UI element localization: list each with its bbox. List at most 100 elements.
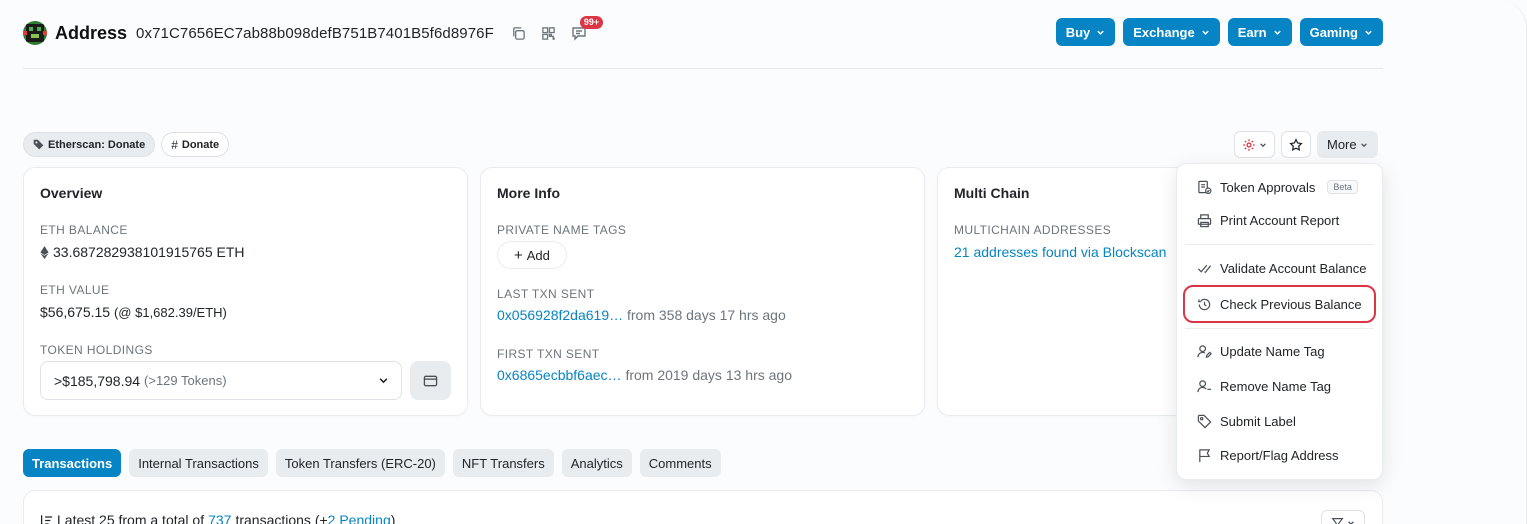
summary-pending-link[interactable]: 2 Pending xyxy=(328,512,391,524)
multi-chain-title: Multi Chain xyxy=(954,185,1030,201)
last-txn-age: from 358 days 17 hrs ago xyxy=(627,307,786,323)
add-private-tag-button[interactable]: + Add xyxy=(497,241,567,269)
first-txn-label: FIRST TXN SENT xyxy=(497,347,600,361)
chevron-down-icon xyxy=(1260,142,1266,147)
summary-total-link[interactable]: 737 xyxy=(208,512,231,524)
summary-prefix: Latest 25 from a total of xyxy=(57,512,205,524)
nav-earn-button[interactable]: Earn xyxy=(1227,18,1292,46)
summary-suffix: ) xyxy=(390,512,396,524)
tab-comments[interactable]: Comments xyxy=(639,449,721,477)
first-txn: 0x6865ecbbf6aec… from 2019 days 13 hrs a… xyxy=(497,367,792,383)
nav-earn-label: Earn xyxy=(1237,24,1267,40)
ethereum-icon xyxy=(40,245,49,259)
menu-divider xyxy=(1185,328,1374,329)
filter-button[interactable] xyxy=(1321,510,1365,524)
private-tags-label: PRIVATE NAME TAGS xyxy=(497,223,627,237)
hash-tag-text: Donate xyxy=(181,138,220,151)
beta-badge: Beta xyxy=(1327,180,1358,194)
chevron-down-icon xyxy=(1097,30,1104,35)
token-approvals-icon xyxy=(1197,180,1212,195)
token-holdings-value: >$185,798.94 xyxy=(54,372,141,389)
nav-buy-button[interactable]: Buy xyxy=(1055,18,1116,46)
tab-nft-transfers[interactable]: NFT Transfers xyxy=(452,449,554,477)
menu-item-token-approvals[interactable]: Token Approvals Beta xyxy=(1185,172,1374,202)
comment-icon[interactable]: 99+ xyxy=(570,16,604,42)
address-tabs: Transactions Internal Transactions Token… xyxy=(23,449,721,477)
menu-item-print-report[interactable]: Print Account Report xyxy=(1185,205,1374,235)
nav-exchange-label: Exchange xyxy=(1133,24,1195,40)
address-tags: Etherscan: Donate # Donate xyxy=(23,132,230,157)
remove-name-tag-label: Remove Name Tag xyxy=(1220,378,1332,394)
address-avatar xyxy=(23,21,47,45)
chevron-down-icon xyxy=(1201,30,1209,35)
tab-internal-transactions[interactable]: Internal Transactions xyxy=(129,449,268,477)
user-edit-icon xyxy=(1197,344,1212,359)
more-button[interactable]: More xyxy=(1317,131,1378,158)
gear-icon xyxy=(1243,138,1255,151)
eth-balance-label: ETH BALANCE xyxy=(40,223,128,237)
favorite-button[interactable] xyxy=(1281,131,1311,158)
token-holdings-count: (>129 Tokens) xyxy=(144,373,227,388)
chevron-down-icon xyxy=(1273,30,1281,35)
eth-value-amount: $56,675.15 xyxy=(40,304,111,320)
double-check-icon xyxy=(1197,261,1212,276)
overview-card: Overview ETH BALANCE 33.6872829381019157… xyxy=(23,167,468,416)
page-header: Address 0x71C7656EC7ab88b098defB751B7401… xyxy=(23,16,1383,48)
tag-icon xyxy=(1197,414,1212,429)
history-icon xyxy=(1197,297,1212,312)
label-tag[interactable]: Etherscan: Donate xyxy=(23,132,156,157)
more-info-title: More Info xyxy=(497,185,560,201)
menu-item-report-flag[interactable]: Report/Flag Address xyxy=(1185,440,1374,470)
summary-middle: transactions (+ xyxy=(235,512,328,524)
first-txn-link[interactable]: 0x6865ecbbf6aec… xyxy=(497,367,622,383)
copy-icon[interactable] xyxy=(510,24,528,42)
update-name-tag-label: Update Name Tag xyxy=(1220,343,1325,359)
nav-gaming-label: Gaming xyxy=(1309,24,1358,40)
multichain-addresses-label: MULTICHAIN ADDRESSES xyxy=(954,223,1112,237)
header-divider xyxy=(23,68,1383,69)
menu-item-remove-name-tag[interactable]: Remove Name Tag xyxy=(1185,371,1374,401)
eth-value-label: ETH VALUE xyxy=(40,283,110,297)
add-label: Add xyxy=(526,247,550,263)
wallet-icon xyxy=(423,375,438,386)
menu-item-validate-balance[interactable]: Validate Account Balance xyxy=(1185,253,1374,283)
star-icon xyxy=(1289,137,1303,151)
eth-value-rate: (@ $1,682.39/ETH) xyxy=(113,305,227,320)
flag-icon xyxy=(1197,448,1212,463)
hash-icon: # xyxy=(171,137,178,152)
transactions-summary: Latest 25 from a total of 737 transactio… xyxy=(39,512,395,524)
eth-balance: 33.687282938101915765 ETH xyxy=(40,244,245,260)
more-dropdown-menu: Token Approvals Beta Print Account Repor… xyxy=(1176,163,1383,480)
submit-label-label: Submit Label xyxy=(1220,413,1296,429)
overview-title: Overview xyxy=(40,185,103,201)
page-title: Address xyxy=(55,22,128,43)
menu-item-update-name-tag[interactable]: Update Name Tag xyxy=(1185,336,1374,366)
more-label: More xyxy=(1327,137,1357,152)
last-txn-link[interactable]: 0x056928f2da619… xyxy=(497,307,623,323)
last-txn-label: LAST TXN SENT xyxy=(497,287,595,301)
plus-icon: + xyxy=(514,246,523,264)
menu-item-submit-label[interactable]: Submit Label xyxy=(1185,406,1374,436)
qr-code-icon[interactable] xyxy=(540,24,558,42)
tab-token-transfers[interactable]: Token Transfers (ERC-20) xyxy=(275,449,445,477)
first-txn-age: from 2019 days 13 hrs ago xyxy=(625,367,792,383)
settings-button[interactable] xyxy=(1234,131,1275,158)
nav-gaming-button[interactable]: Gaming xyxy=(1299,18,1383,46)
tab-transactions[interactable]: Transactions xyxy=(23,449,122,477)
eth-value: $56,675.15 (@ $1,682.39/ETH) xyxy=(40,304,227,320)
hash-tag[interactable]: # Donate xyxy=(161,132,230,157)
address-hash: 0x71C7656EC7ab88b098defB751B7401B5f6d897… xyxy=(136,24,494,42)
multichain-addresses-link[interactable]: 21 addresses found via Blockscan xyxy=(954,244,1166,260)
wallet-button[interactable] xyxy=(410,361,451,400)
more-info-card: More Info PRIVATE NAME TAGS + Add LAST T… xyxy=(480,167,925,416)
address-tools: More xyxy=(1234,131,1378,158)
menu-divider xyxy=(1185,244,1374,245)
tab-analytics[interactable]: Analytics xyxy=(561,449,632,477)
nav-exchange-button[interactable]: Exchange xyxy=(1123,18,1220,46)
filter-icon xyxy=(1331,517,1344,524)
menu-item-check-previous-balance[interactable]: Check Previous Balance xyxy=(1183,285,1376,323)
transactions-card: Latest 25 from a total of 737 transactio… xyxy=(23,490,1383,524)
token-holdings-select[interactable]: >$185,798.94 (>129 Tokens) xyxy=(40,361,402,400)
token-holdings-label: TOKEN HOLDINGS xyxy=(40,343,153,357)
chevron-down-icon xyxy=(1348,521,1354,524)
